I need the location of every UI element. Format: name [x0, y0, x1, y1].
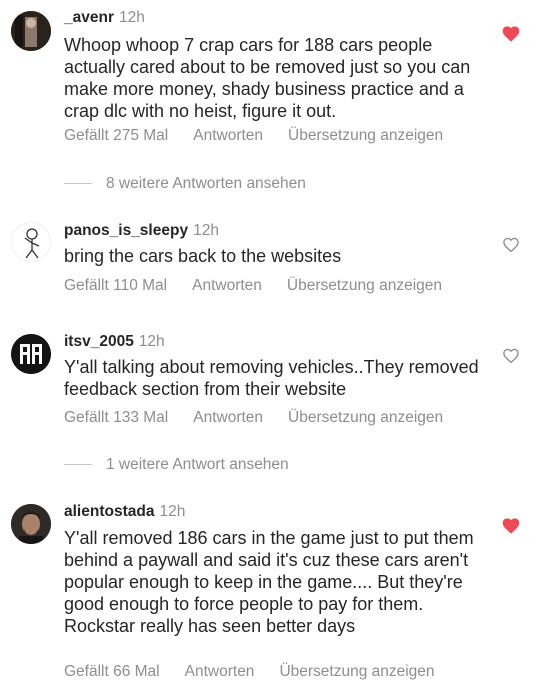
username[interactable]: itsv_2005	[64, 333, 134, 350]
like-count[interactable]: Gefällt 133 Mal	[64, 409, 168, 426]
reply-button[interactable]: Antworten	[185, 663, 255, 680]
comment-actions: Gefällt 110 Mal Antworten Übersetzung anze…	[64, 276, 467, 296]
avatar-photo-icon	[11, 504, 51, 544]
reply-button[interactable]: Antworten	[193, 409, 263, 426]
comment-header: alientostada 12h	[64, 502, 185, 522]
stick-figure-icon	[24, 228, 40, 259]
heart-outline-icon[interactable]	[502, 347, 520, 365]
logo-avatar-icon	[11, 334, 51, 374]
timestamp: 12h	[193, 222, 219, 239]
replies-divider	[64, 183, 92, 185]
avatar[interactable]	[11, 334, 51, 374]
username[interactable]: _avenr	[64, 9, 114, 26]
heart-filled-icon[interactable]	[501, 516, 521, 536]
comment-text: bring the cars back to the websites	[64, 246, 342, 266]
avatar[interactable]	[11, 11, 51, 51]
view-replies-button[interactable]: 1 weitere Antwort ansehen	[64, 455, 289, 475]
timestamp: 12h	[159, 503, 186, 520]
like-count[interactable]: Gefällt 275 Mal	[64, 127, 168, 144]
reply-button[interactable]: Antworten	[193, 127, 263, 144]
translate-button[interactable]: Übersetzung anzeigen	[287, 277, 442, 294]
translate-button[interactable]: Übersetzung anzeigen	[279, 663, 434, 680]
username[interactable]: alientostada	[64, 503, 154, 520]
comment-actions: Gefällt 133 Mal Antworten Übersetzung anze…	[64, 408, 468, 428]
view-replies-label: 8 weitere Antworten ansehen	[106, 175, 306, 192]
comment-header: _avenr 12h	[64, 8, 145, 28]
heart-filled-icon[interactable]	[501, 24, 521, 44]
timestamp: 12h	[118, 9, 145, 26]
view-replies-label: 1 weitere Antwort ansehen	[106, 456, 289, 473]
reply-button[interactable]: Antworten	[192, 277, 262, 294]
avatar[interactable]	[11, 504, 51, 544]
view-replies-button[interactable]: 8 weitere Antworten ansehen	[64, 174, 306, 194]
username[interactable]: panos_is_sleepy	[64, 222, 188, 239]
like-count[interactable]: Gefällt 66 Mal	[64, 663, 160, 680]
timestamp: 12h	[138, 333, 165, 350]
comment-text: Y'all talking about removing vehicles..T…	[64, 357, 479, 399]
comment-text: Whoop whoop 7 crap cars for 188 cars peo…	[64, 35, 471, 121]
comment-actions: Gefällt 275 Mal Antworten Übersetzung anze…	[64, 126, 468, 146]
comment-header: panos_is_sleepy 12h	[64, 221, 219, 241]
translate-button[interactable]: Übersetzung anzeigen	[288, 127, 443, 144]
comment-text: Y'all removed 186 cars in the game just …	[64, 528, 474, 636]
comment-actions: Gefällt 66 Mal Antworten Übersetzung anzei…	[64, 662, 460, 682]
avatar[interactable]	[11, 222, 51, 262]
like-count[interactable]: Gefällt 110 Mal	[64, 277, 167, 294]
comment-header: itsv_2005 12h	[64, 332, 165, 352]
heart-outline-icon[interactable]	[502, 236, 520, 254]
replies-divider	[64, 464, 92, 466]
translate-button[interactable]: Übersetzung anzeigen	[288, 409, 443, 426]
avatar-photo-icon	[11, 11, 51, 51]
